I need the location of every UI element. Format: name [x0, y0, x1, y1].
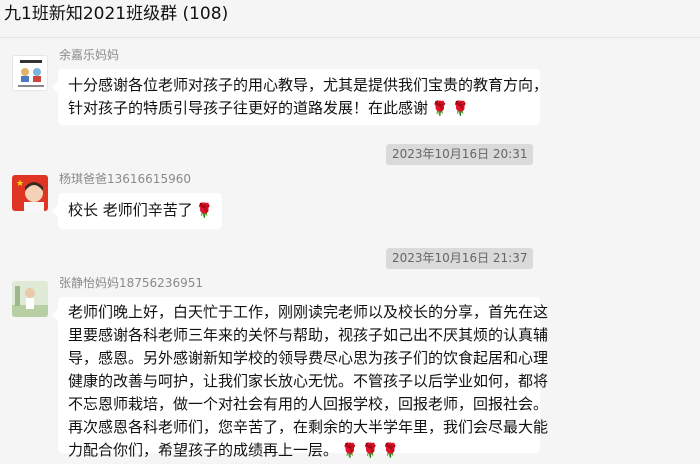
timestamp: 2023年10月16日 20:31 — [386, 144, 534, 165]
chat-title: 九1班新知2021班级群 (108) — [4, 4, 229, 24]
message-bubble[interactable]: 十分感谢各位老师对孩子的用心教导，尤其是提供我们宝贵的教育方向， 针对孩子的特质… — [52, 69, 549, 125]
rose-icon: 🌹 — [431, 101, 449, 117]
rose-icon: 🌹 — [341, 443, 359, 459]
rose-icon: 🌹 — [451, 101, 469, 117]
message-text: 老师们晚上好，白天忙于工作，刚刚读完老师以及校长的分享，首先在这 — [68, 303, 549, 321]
avatar[interactable] — [12, 55, 48, 91]
message-text: 再次感恩各科老师们，您辛苦了，在剩余的大半学年里，我们会尽最大能 — [68, 418, 549, 436]
message-bubble[interactable]: 老师们晚上好，白天忙于工作，刚刚读完老师以及校长的分享，首先在这 里要感谢各科老… — [52, 297, 549, 459]
message-text: 导，感恩。另外感谢新知学校的领导费尽心思为孩子们的饮食起居和心理 — [68, 349, 549, 367]
sender-name: 杨琪爸爸13616615960 — [59, 172, 191, 186]
svg-text:★: ★ — [16, 179, 24, 189]
message-text: 不忘恩师栽培，做一个对社会有用的人回报学校，回报老师，回报社会。 — [68, 395, 549, 413]
message-text: 校长 老师们辛苦了 — [68, 201, 193, 219]
message-text: 力配合你们，希望孩子的成绩再上一层。 — [68, 441, 339, 459]
message-text: 十分感谢各位老师对孩子的用心教导，尤其是提供我们宝贵的教育方向， — [68, 76, 549, 94]
message-bubble[interactable]: 校长 老师们辛苦了 🌹 — [52, 193, 222, 229]
avatar[interactable] — [12, 281, 48, 317]
message-text: 针对孩子的特质引导孩子往更好的道路发展！在此感谢 — [68, 99, 429, 117]
message-text: 健康的改善与呵护，让我们家长放心无忧。不管孩子以后学业如何，都将 — [68, 372, 549, 390]
sender-name: 余嘉乐妈妈 — [59, 48, 120, 62]
avatar[interactable]: ★ — [12, 175, 48, 211]
rose-icon: 🌹 — [361, 443, 379, 459]
message-text: 里要感谢各科老师三年来的关怀与帮助，视孩子如己出不厌其烦的认真辅 — [68, 326, 549, 344]
sender-name: 张静怡妈妈18756236951 — [59, 276, 203, 290]
rose-icon: 🌹 — [195, 203, 214, 219]
rose-icon: 🌹 — [381, 443, 400, 459]
timestamp: 2023年10月16日 21:37 — [386, 248, 534, 269]
chat-header: 九1班新知2021班级群 (108) — [0, 0, 700, 38]
